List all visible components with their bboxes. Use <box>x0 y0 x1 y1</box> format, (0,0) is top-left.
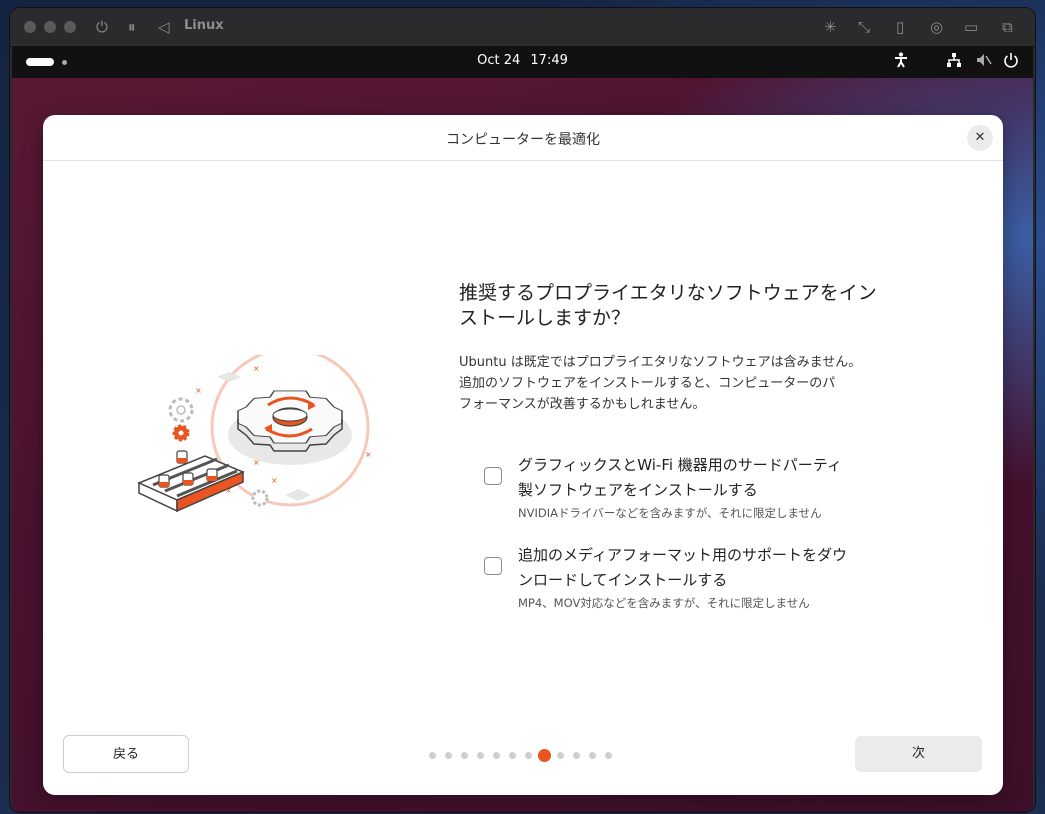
optimize-illustration: × × × × × × <box>137 355 372 513</box>
clock-time: 17:49 <box>530 53 568 68</box>
loading-icon[interactable]: ✳ <box>824 17 837 37</box>
network-icon[interactable] <box>946 52 962 74</box>
option-sublabel: MP4、MOV対応などを含みますが、それに限定しません <box>518 596 810 610</box>
option-label[interactable]: 追加のメディアフォーマット用のサポートをダウ ンロードしてインストールする <box>518 543 908 593</box>
description-line-2: 追加のソフトウェアをインストールすると、コンピューターのパ <box>459 376 836 391</box>
page-dot-current <box>538 749 551 762</box>
third-party-checkbox[interactable] <box>484 467 502 485</box>
svg-text:×: × <box>225 486 232 495</box>
network-share-icon[interactable]: ◎ <box>930 17 943 37</box>
close-icon: ✕ <box>974 130 986 145</box>
option-label[interactable]: グラフィックスとWi-Fi 機器用のサードパーティ 製ソフトウェアをインストール… <box>518 453 908 503</box>
option-label-line-2: 製ソフトウェアをインストールする <box>518 481 758 499</box>
media-formats-checkbox[interactable] <box>484 557 502 575</box>
description-line-1: Ubuntu は既定ではプロプライエタリなソフトウェアは含みません。 <box>459 355 862 370</box>
svg-text:×: × <box>365 450 372 459</box>
vm-title: Linux <box>184 18 224 33</box>
page-dot <box>493 752 500 759</box>
svg-text:×: × <box>195 386 202 395</box>
page-dot <box>589 752 596 759</box>
page-dot <box>573 752 580 759</box>
question-heading: 推奨するプロプライエタリなソフトウェアをイン ストールしますか？ <box>459 281 919 331</box>
page-dot <box>509 752 516 759</box>
close-button[interactable]: ✕ <box>967 125 993 151</box>
svg-text:×: × <box>253 364 260 373</box>
dialog-title: コンピューターを最適化 <box>446 132 600 148</box>
page-dot <box>557 752 564 759</box>
window-close-dot[interactable] <box>24 21 36 33</box>
page-indicator <box>429 749 629 762</box>
installer-dialog: コンピューターを最適化 ✕ × × × × × × 推奨するプロプライエタリなソ… <box>43 115 1003 795</box>
guest-screen: Oct 24 17:49 コンピューターを最適化 ✕ × × × × × × 推… <box>12 46 1033 812</box>
vm-window: ⏻ ⏸ ◁ Linux ✳ ⤡ ▯ ◎ ▭ ⧉ Oct 24 17:49 コンピ… <box>10 8 1035 812</box>
option-sublabel: NVIDIAドライバーなどを含みますが、それに限定しません <box>518 506 822 520</box>
resize-icon[interactable]: ⤡ <box>858 17 870 37</box>
gnome-top-bar: Oct 24 17:49 <box>12 46 1033 78</box>
question-line-2: ストールしますか？ <box>459 307 631 329</box>
windows-icon[interactable]: ⧉ <box>1002 17 1013 37</box>
system-power-icon[interactable] <box>1003 52 1019 74</box>
clock-date: Oct 24 <box>477 53 521 68</box>
folder-icon[interactable]: ▭ <box>964 17 978 37</box>
page-dot <box>605 752 612 759</box>
next-button[interactable]: 次 <box>855 736 982 772</box>
page-dot <box>477 752 484 759</box>
option-label-line-1: グラフィックスとWi-Fi 機器用のサードパーティ <box>518 456 842 474</box>
page-dot <box>525 752 532 759</box>
svg-text:×: × <box>271 476 278 485</box>
option-label-line-2: ンロードしてインストールする <box>518 571 728 589</box>
page-dot <box>445 752 452 759</box>
accessibility-icon[interactable] <box>894 52 908 74</box>
back-triangle-icon[interactable]: ◁ <box>158 17 170 37</box>
svg-text:×: × <box>253 458 260 467</box>
description-line-3: フォーマンスが改善するかもしれません。 <box>459 397 706 412</box>
back-button[interactable]: 戻る <box>63 735 189 773</box>
window-maximize-dot[interactable] <box>64 21 76 33</box>
pause-icon[interactable]: ⏸ <box>128 17 136 37</box>
clock[interactable]: Oct 24 17:49 <box>12 53 1033 68</box>
window-minimize-dot[interactable] <box>44 21 56 33</box>
option-label-line-1: 追加のメディアフォーマット用のサポートをダウ <box>518 546 847 564</box>
question-line-1: 推奨するプロプライエタリなソフトウェアをイン <box>459 282 877 304</box>
description: Ubuntu は既定ではプロプライエタリなソフトウェアは含みません。 追加のソフ… <box>459 352 919 415</box>
dialog-header: コンピューターを最適化 ✕ <box>43 115 1003 161</box>
vm-titlebar: ⏻ ⏸ ◁ Linux ✳ ⤡ ▯ ◎ ▭ ⧉ <box>10 8 1035 47</box>
power-icon[interactable]: ⏻ <box>96 17 108 37</box>
volume-muted-icon[interactable] <box>976 52 992 74</box>
page-dot <box>429 752 436 759</box>
page-dot <box>461 752 468 759</box>
usb-icon[interactable]: ▯ <box>896 17 904 37</box>
